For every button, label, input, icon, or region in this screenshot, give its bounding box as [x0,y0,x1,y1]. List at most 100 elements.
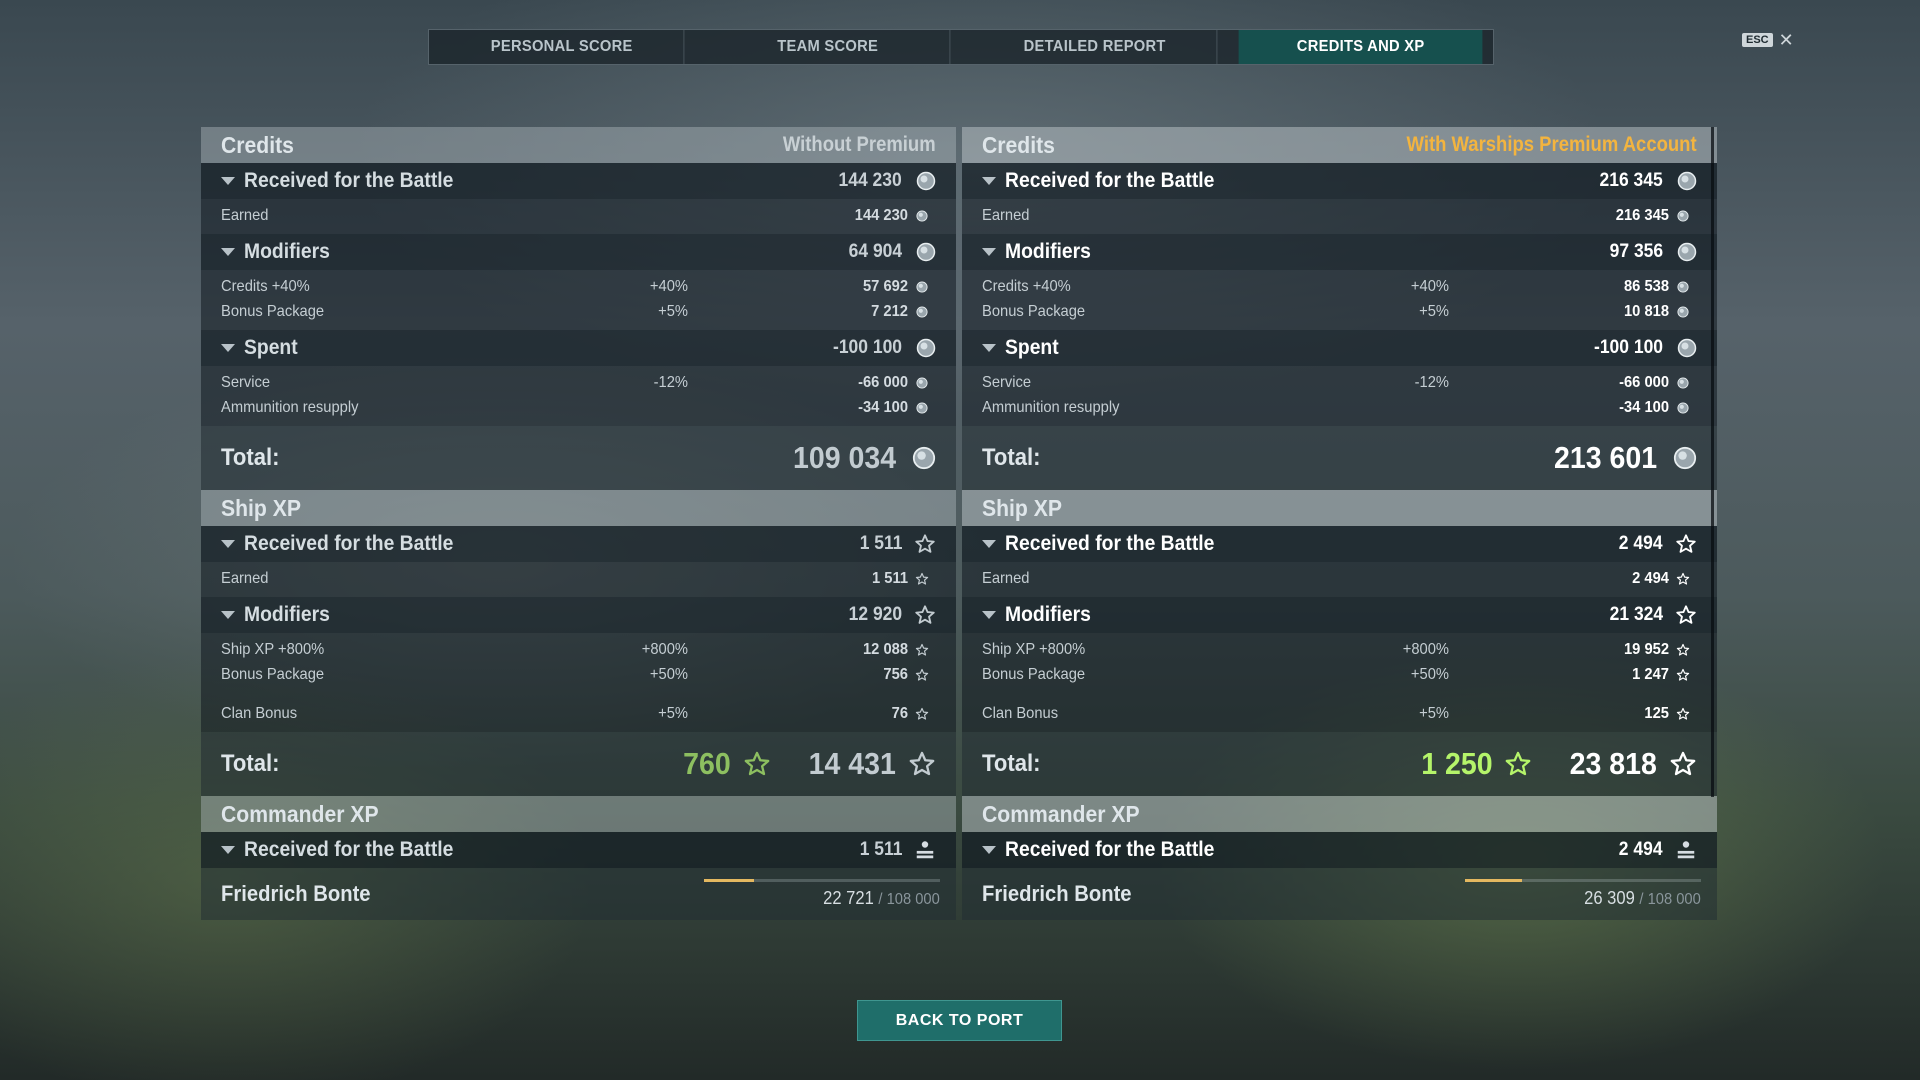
row-value: 125 [1644,704,1669,722]
group-header[interactable]: Modifiers 64 904 [201,234,956,270]
group-value-icon [902,338,936,358]
star-icon [915,643,929,656]
group-header[interactable]: Received for the Battle 1 511 [201,526,956,562]
detail-row: Service -12% -66 000 [221,370,936,395]
group-header[interactable]: Spent -100 100 [962,330,1717,366]
row-label: Credits +40% [982,277,1071,295]
ship-xp-header: Ship XP [201,490,956,526]
detail-row: Bonus Package +50% 1 247 [982,662,1697,687]
commander-icon [916,841,934,859]
group-body: Earned 216 345 [962,199,1717,234]
tab-credits-and-xp[interactable]: CREDITS AND XP [1238,30,1483,64]
group-header[interactable]: Received for the Battle 2 494 [962,526,1717,562]
group-value: 21 324 [1609,604,1663,625]
scrollbar[interactable] [1711,127,1714,797]
star-icon [1676,668,1690,681]
star-icon [909,751,935,776]
tab-personal-score[interactable]: PERSONAL SCORE [440,30,685,64]
group-header[interactable]: Received for the Battle 144 230 [201,163,956,199]
star-icon [1670,751,1696,776]
caret-down-icon[interactable] [221,611,235,619]
caret-down-icon[interactable] [982,540,996,548]
row-label: Ammunition resupply [982,398,1120,416]
row-value: -34 100 [858,398,908,416]
commander-row: Friedrich Bonte 26 309 / 108 000 [962,868,1717,920]
esc-close-button[interactable]: ESC ✕ [1742,31,1794,49]
group-body: Credits +40% +40% 86 538 Bonus Package +5% 10… [962,270,1717,330]
detail-row: Clan Bonus +5% 125 [982,701,1697,726]
credit-coin-icon [916,209,928,222]
caret-down-icon[interactable] [221,540,235,548]
row-label: Credits +40% [221,277,310,295]
group-header[interactable]: Modifiers 12 920 [201,597,956,633]
commander-xp-progress-bar [704,879,940,882]
row-label: Clan Bonus [221,704,298,722]
star-icon [1676,534,1696,553]
credits-header: Credits With Warships Premium Account [962,127,1717,163]
credit-coin-icon [1677,401,1689,414]
commander-row: Friedrich Bonte 22 721 / 108 000 [201,868,956,920]
credits-header: Credits Without Premium [201,127,956,163]
caret-down-icon[interactable] [982,248,996,256]
group-value: 2 494 [1619,839,1663,860]
back-to-port-button[interactable]: BACK TO PORT [857,1000,1062,1041]
group-title: Received for the Battle [1005,169,1215,192]
ship-xp-total-value: 23 818 [1569,746,1657,781]
group-header[interactable]: Modifiers 21 324 [962,597,1717,633]
group-value: 97 356 [1609,241,1663,262]
caret-down-icon[interactable] [982,177,996,185]
group-header[interactable]: Received for the Battle 1 511 [201,832,956,868]
row-percent: +5% [1419,704,1449,722]
caret-down-icon[interactable] [982,611,996,619]
total-label: Total: [982,750,1041,777]
caret-down-icon[interactable] [982,846,996,854]
section-title: Commander XP [982,800,1140,827]
detail-row: Credits +40% +40% 57 692 [221,274,936,299]
bonus-xp-value: 1 250 [1420,746,1493,781]
star-icon [1676,572,1690,585]
ship-xp-total-row: Total: 1 250 23 818 [962,732,1717,796]
detail-row: Ship XP +800% +800% 12 088 [221,637,936,662]
row-percent: +40% [1410,277,1449,295]
commander-xp-value: 26 309 [1584,888,1635,908]
credit-coin-icon [1677,305,1689,318]
group-header[interactable]: Received for the Battle 2 494 [962,832,1717,868]
detail-row: Ammunition resupply -34 100 [982,395,1697,420]
group-value: 12 920 [848,604,902,625]
caret-down-icon[interactable] [221,177,235,185]
star-icon [915,668,929,681]
caret-down-icon[interactable] [221,344,235,352]
row-percent: +5% [1419,302,1449,320]
group-header[interactable]: Modifiers 97 356 [962,234,1717,270]
group-header[interactable]: Spent -100 100 [201,330,956,366]
group-value: -100 100 [832,337,902,358]
caret-down-icon[interactable] [221,248,235,256]
group-value-icon [1663,839,1697,861]
group-title: Received for the Battle [244,532,454,555]
tab-detailed-report[interactable]: DETAILED REPORT [972,30,1218,64]
row-label: Earned [221,206,269,224]
group-title: Received for the Battle [1005,838,1215,861]
detail-row: Bonus Package +5% 10 818 [982,299,1697,324]
row-percent: +5% [658,302,688,320]
commander-xp-value: 22 721 [823,888,874,908]
group-header[interactable]: Received for the Battle 216 345 [962,163,1717,199]
row-value: 1 511 [871,569,908,587]
ship-xp-header: Ship XP [962,490,1717,526]
group-body: Earned 1 511 [201,562,956,597]
detail-row: Bonus Package +50% 756 [221,662,936,687]
row-label: Bonus Package [982,302,1086,320]
progress-fill [1465,879,1522,882]
group-value-icon [902,839,936,861]
star-icon [1505,751,1531,776]
detail-row: Service -12% -66 000 [982,370,1697,395]
group-value-icon [902,171,936,191]
caret-down-icon[interactable] [982,344,996,352]
detail-row: Ammunition resupply -34 100 [221,395,936,420]
caret-down-icon[interactable] [221,846,235,854]
row-label: Service [982,373,1032,391]
tab-team-score[interactable]: TEAM SCORE [706,30,951,64]
bonus-xp-value: 760 [683,746,732,781]
star-icon [915,572,929,585]
tab-bar: PERSONAL SCORE TEAM SCORE DETAILED REPOR… [428,29,1494,65]
